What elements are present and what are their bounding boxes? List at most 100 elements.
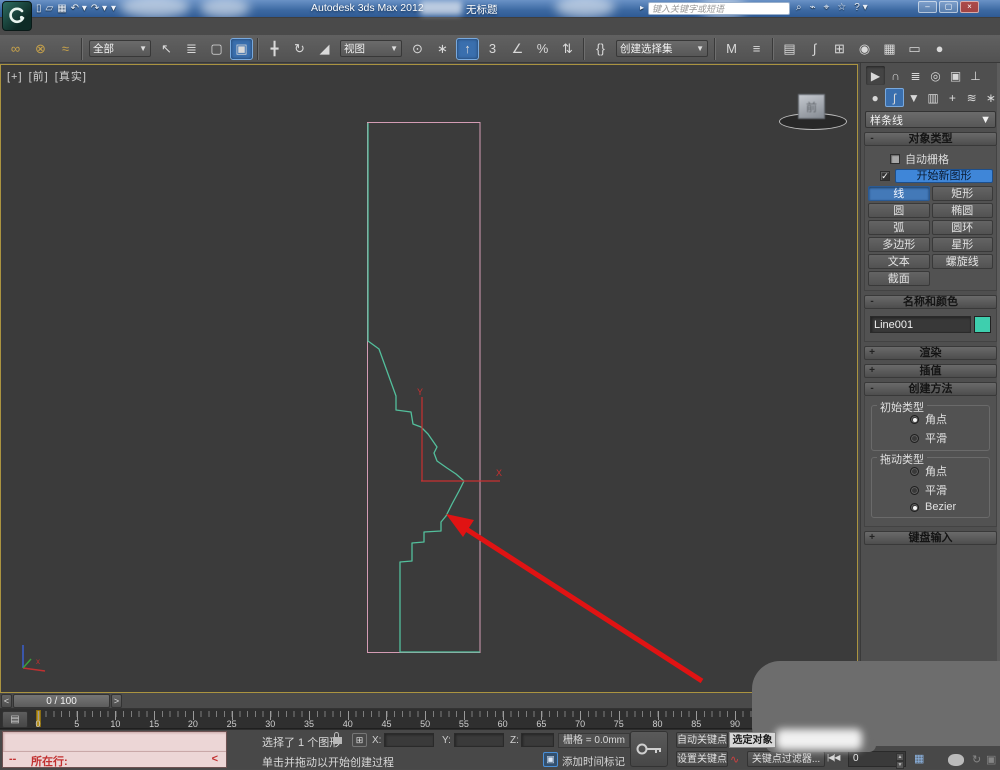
radio-option-平滑[interactable]: 平滑 xyxy=(910,482,989,498)
object-type-button-10[interactable]: 截面 xyxy=(868,271,930,286)
tab-create[interactable]: ▶ xyxy=(866,66,885,85)
auto-key-button[interactable]: 自动关键点 xyxy=(676,732,728,748)
tab-modify[interactable]: ∩ xyxy=(886,66,905,85)
viewport-menu-plus[interactable]: [+] xyxy=(7,71,23,83)
select-manipulate-icon[interactable]: ∗ xyxy=(431,38,454,60)
radio-option-平滑[interactable]: 平滑 xyxy=(910,430,989,446)
search-go-icon[interactable]: ⌕ xyxy=(796,2,802,13)
use-pivot-center-icon[interactable]: ⊙ xyxy=(406,38,429,60)
rollout-rendering-header[interactable]: + 渲染 xyxy=(864,346,997,360)
select-scale-icon[interactable]: ◢ xyxy=(313,38,336,60)
object-type-button-0[interactable]: 线 xyxy=(868,186,930,201)
object-type-button-3[interactable]: 椭圆 xyxy=(931,203,993,218)
search-input[interactable] xyxy=(649,3,789,14)
category-lights-icon[interactable]: ▼ xyxy=(905,88,923,107)
maximize-viewport-icon[interactable]: ▣ xyxy=(986,753,996,766)
shape-type-dropdown[interactable]: 样条线 ▼ xyxy=(865,111,996,128)
minimize-button[interactable]: – xyxy=(918,1,937,13)
object-type-button-4[interactable]: 弧 xyxy=(868,220,930,235)
x-coord-field[interactable] xyxy=(384,733,434,747)
set-keys-button[interactable] xyxy=(630,731,668,767)
render-setup-icon[interactable]: ▦ xyxy=(878,38,901,60)
object-type-button-9[interactable]: 螺旋线 xyxy=(931,254,993,269)
rollout-name-color-header[interactable]: - 名称和颜色 xyxy=(864,295,997,309)
set-key-button[interactable]: 设置关键点 xyxy=(676,751,728,767)
radio-button[interactable] xyxy=(910,414,919,424)
select-move-icon[interactable]: ╋ xyxy=(263,38,286,60)
new-key-mode-icon[interactable]: ∿ xyxy=(730,753,739,766)
snap-toggle-3d-icon[interactable]: 3 xyxy=(481,38,504,60)
select-rotate-icon[interactable]: ↻ xyxy=(288,38,311,60)
align-icon[interactable]: ≡ xyxy=(745,38,768,60)
render-production-icon[interactable]: ● xyxy=(928,38,951,60)
window-crossing-icon[interactable]: ▣ xyxy=(230,37,253,60)
select-by-name-icon[interactable]: ≣ xyxy=(180,38,203,60)
bind-to-spacewarp-icon[interactable]: ≈ xyxy=(54,38,77,60)
radio-button[interactable] xyxy=(910,433,919,443)
select-object-icon[interactable]: ↖ xyxy=(155,38,178,60)
infocenter-expand-icon[interactable]: ▸ xyxy=(640,3,644,12)
angle-snap-icon[interactable]: ∠ xyxy=(506,38,529,60)
tab-hierarchy[interactable]: ≣ xyxy=(906,66,925,85)
curve-editor-icon[interactable]: ∫ xyxy=(803,38,826,60)
viewport-menu-view[interactable]: [前] xyxy=(29,71,49,83)
close-button[interactable]: × xyxy=(960,1,979,13)
mini-curve-editor-button[interactable]: ▤ xyxy=(2,711,28,728)
rollout-keyboard-entry-header[interactable]: + 键盘输入 xyxy=(864,531,997,545)
orbit-icon[interactable]: ↻ xyxy=(972,753,981,766)
absolute-offset-toggle-icon[interactable]: ⊞ xyxy=(352,733,367,747)
frame-spinner[interactable]: ▲ ▼ xyxy=(896,753,904,769)
object-type-button-5[interactable]: 圆环 xyxy=(931,220,993,235)
pan-hand-icon[interactable] xyxy=(948,754,964,766)
z-coord-field[interactable] xyxy=(521,733,554,747)
go-to-start-icon[interactable]: |◀|◀ xyxy=(827,753,841,762)
time-slider-handle[interactable]: 0 / 100 xyxy=(13,694,110,708)
unlink-selection-icon[interactable]: ⊗ xyxy=(29,38,52,60)
radio-button[interactable] xyxy=(910,502,919,512)
object-type-button-1[interactable]: 矩形 xyxy=(931,186,993,201)
schematic-view-icon[interactable]: ⊞ xyxy=(828,38,851,60)
rollout-interpolation-header[interactable]: + 插值 xyxy=(864,364,997,378)
object-color-swatch[interactable] xyxy=(974,316,991,333)
selected-filter-dropdown[interactable]: 选定对象 xyxy=(729,732,776,748)
category-shapes-icon[interactable]: ʃ xyxy=(885,88,904,107)
spinner-snap-icon[interactable]: ⇅ xyxy=(556,38,579,60)
viewport-menu-shading[interactable]: [真实] xyxy=(55,71,87,83)
subscription-icon[interactable]: ⌁ xyxy=(810,2,816,13)
object-type-button-6[interactable]: 多边形 xyxy=(868,237,930,252)
tab-display[interactable]: ▣ xyxy=(946,66,965,85)
mirror-icon[interactable]: M xyxy=(720,38,743,60)
rollout-object-type-header[interactable]: - 对象类型 xyxy=(864,132,997,146)
time-tag-icon[interactable]: ▣ xyxy=(543,752,558,767)
tab-motion[interactable]: ◎ xyxy=(926,66,945,85)
viewport-label[interactable]: [+] [前] [真实] xyxy=(7,68,89,84)
object-name-field[interactable]: Line001 xyxy=(870,316,971,333)
current-frame-field[interactable]: 0 ▲ ▼ xyxy=(848,751,906,769)
percent-snap-icon[interactable]: % xyxy=(531,38,554,60)
application-menu-button[interactable] xyxy=(2,1,32,31)
rendered-frame-icon[interactable]: ▭ xyxy=(903,38,926,60)
key-filters-button[interactable]: 关键点过滤器... xyxy=(747,751,825,767)
open-file-icon[interactable]: ▱ xyxy=(46,1,54,16)
communication-center-icon[interactable]: ⌖ xyxy=(824,2,830,13)
object-type-button-8[interactable]: 文本 xyxy=(868,254,930,269)
selection-set-dropdown[interactable]: 创建选择集 ▼ xyxy=(616,40,708,57)
help-icon[interactable]: ? ▾ xyxy=(854,2,867,13)
radio-button[interactable] xyxy=(910,485,919,495)
time-prev-button[interactable]: < xyxy=(1,694,12,708)
favorites-icon[interactable]: ☆ xyxy=(837,2,846,13)
selection-lock-icon[interactable] xyxy=(333,732,342,744)
redo-icon[interactable]: ↷ ▾ xyxy=(91,1,107,16)
tab-utilities[interactable]: ⊥ xyxy=(966,66,985,85)
category-geometry-icon[interactable]: ● xyxy=(866,88,884,107)
y-coord-field[interactable] xyxy=(454,733,504,747)
start-new-shape-checkbox[interactable]: ✓ xyxy=(880,171,890,181)
new-file-icon[interactable]: ▯ xyxy=(36,1,42,16)
select-and-link-icon[interactable]: ∞ xyxy=(4,38,27,60)
maxscript-mini-listener[interactable]: -- 所在行: < xyxy=(2,731,227,768)
named-selection-sets-icon[interactable]: {} xyxy=(589,38,612,60)
radio-button[interactable] xyxy=(910,466,919,476)
radio-option-Bezier[interactable]: Bezier xyxy=(910,501,989,513)
qat-menu-icon[interactable]: ▾ xyxy=(111,1,116,16)
autogrid-checkbox[interactable] xyxy=(890,154,900,164)
